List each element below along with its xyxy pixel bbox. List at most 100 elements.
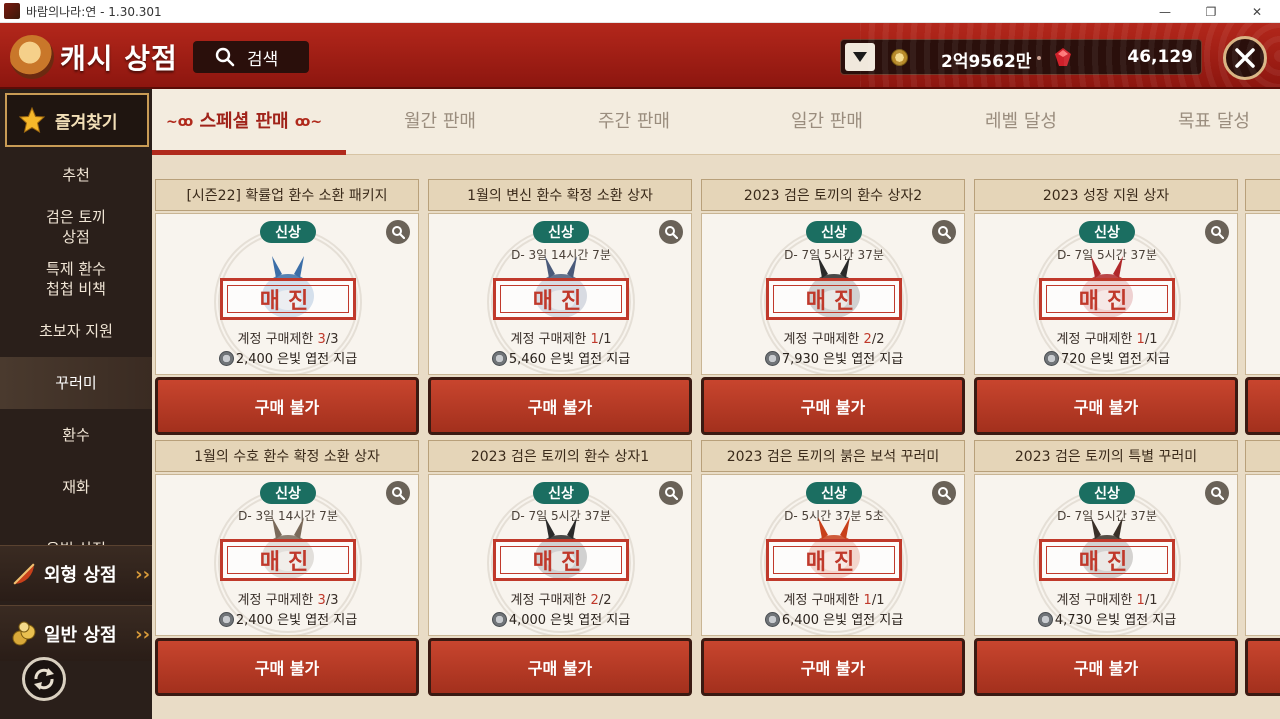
product-body: 신상 D- 7일 5시간 37분 매진 계정 구매제한 1/1 4,730 은빛 엽전 … bbox=[974, 474, 1238, 636]
active-tab-indicator bbox=[152, 150, 346, 155]
product-card[interactable]: 2023 검은 토끼의 환수 상자1 신상 D- 7일 5시간 37분 매진 계정 구매… bbox=[428, 440, 692, 696]
tab-daily[interactable]: 일간 판매 bbox=[791, 107, 863, 133]
product-body: 신상 D- 3일 14시간 7분 매진 계정 구매제한 1/1 5,460 은빛 엽전 … bbox=[428, 213, 692, 375]
purchase-limit: 계정 구매제한 3/3 bbox=[156, 328, 418, 347]
sidebar: 즐겨찾기 추천 검은 토끼 상점 특제 환수 첩첩 비책 초보자 지원 꾸러미 … bbox=[0, 89, 152, 719]
sidebar-item-pet[interactable]: 환수 bbox=[0, 409, 152, 461]
limit-max: /3 bbox=[325, 593, 339, 608]
new-badge: 신상 bbox=[260, 221, 316, 243]
product-body: 신상 D- 7일 5시간 37분 매진 계정 구매제한 2/2 4,000 은빛 엽전 … bbox=[428, 474, 692, 636]
soldout-stamp: 매진 bbox=[766, 539, 902, 581]
sidebar-item-special-pet[interactable]: 특제 환수 첩첩 비책 bbox=[0, 253, 152, 305]
limit-bought: 1 bbox=[1136, 593, 1145, 608]
limit-label: 계정 구매제한 bbox=[510, 332, 587, 347]
buy-button[interactable]: 구매 불가 bbox=[701, 638, 965, 696]
sidebar-item-black-rabbit[interactable]: 검은 토끼 상점 bbox=[0, 201, 152, 253]
reward-info: 5,460 은빛 엽전 지급 bbox=[429, 348, 691, 367]
reward-text: 7,930 은빛 엽전 지급 bbox=[781, 352, 904, 367]
sidebar-section-general[interactable]: 일반 상점 ›› bbox=[0, 605, 152, 661]
sidebar-section-appearance[interactable]: 외형 상점 ›› bbox=[0, 545, 152, 601]
purchase-limit: 계정 구매제한 1/1 bbox=[429, 328, 691, 347]
currency-dropdown[interactable] bbox=[845, 43, 875, 71]
product-card[interactable]: 2023 검은 토끼의 붉은 보석 꾸러미 신상 D- 5시간 37분 5초 매진 계정… bbox=[701, 440, 965, 696]
coins-icon bbox=[12, 621, 36, 645]
soldout-stamp: 매진 bbox=[493, 539, 629, 581]
zoom-button[interactable] bbox=[932, 481, 956, 505]
buy-button[interactable]: 구매 불가 bbox=[155, 377, 419, 435]
red-gem-icon bbox=[1055, 48, 1071, 66]
limit-bought: 3 bbox=[317, 593, 326, 608]
limit-bought: 2 bbox=[863, 332, 872, 347]
reward-text: 2,400 은빛 엽전 지급 bbox=[235, 613, 358, 628]
zoom-button[interactable] bbox=[1205, 220, 1229, 244]
limit-bought: 3 bbox=[317, 332, 326, 347]
product-card[interactable]: 2023 검은 토끼의 특별 꾸러미 신상 D- 7일 5시간 37분 매진 계정 구매… bbox=[974, 440, 1238, 696]
product-name: 2023 검은 토끼의 특별 꾸러미 bbox=[974, 440, 1238, 472]
zoom-button[interactable] bbox=[1205, 481, 1229, 505]
buy-button[interactable]: 구매 불가 bbox=[701, 377, 965, 435]
search-label: 검색 bbox=[247, 49, 279, 70]
zoom-button[interactable] bbox=[659, 481, 683, 505]
sidebar-item-bundle[interactable]: 꾸러미 bbox=[0, 357, 152, 409]
tab-level[interactable]: 레벨 달성 bbox=[985, 107, 1057, 133]
product-card[interactable]: 2023 검은 토끼의 환수 상자2 신상 D- 7일 5시간 37분 매진 계정 구매… bbox=[701, 179, 965, 435]
zoom-button[interactable] bbox=[386, 220, 410, 244]
product-name: 2023 검은 토끼의 붉은 보석 꾸러미 bbox=[701, 440, 965, 472]
limit-bought: 1 bbox=[590, 332, 599, 347]
window-close-button[interactable]: ✕ bbox=[1234, 0, 1280, 23]
zoom-button[interactable] bbox=[932, 220, 956, 244]
purchase-limit: 계정 구매제한 1/1 bbox=[975, 328, 1237, 347]
soldout-stamp: 매진 bbox=[1039, 278, 1175, 320]
limit-bought: 1 bbox=[863, 593, 872, 608]
tab-goal[interactable]: 목표 달성 bbox=[1178, 107, 1250, 133]
sidebar-item-label: 초보자 지원 bbox=[39, 322, 113, 340]
favorites-button[interactable]: 즐겨찾기 bbox=[5, 93, 149, 147]
soldout-label: 매진 bbox=[805, 550, 863, 575]
refresh-button[interactable] bbox=[22, 657, 66, 701]
close-button[interactable] bbox=[1223, 36, 1267, 80]
buy-button[interactable]: 구매 불가 bbox=[428, 377, 692, 435]
product-body: 신상 매진 계정 구매제한 3/3 2,400 은빛 엽전 지급 bbox=[155, 213, 419, 375]
reward-text: 4,730 은빛 엽전 지급 bbox=[1054, 613, 1177, 628]
sidebar-item-currency[interactable]: 재화 bbox=[0, 461, 152, 513]
search-button[interactable]: 검색 bbox=[193, 41, 309, 73]
buy-button[interactable]: 구매 불가 bbox=[155, 638, 419, 696]
product-name: 1월의 변신 환수 확정 소환 상자 bbox=[428, 179, 692, 211]
product-card[interactable]: 2023 성장 지원 상자 신상 D- 7일 5시간 37분 매진 계정 구매제한 1/… bbox=[974, 179, 1238, 435]
new-badge: 신상 bbox=[806, 482, 862, 504]
shop-header: 캐시 상점 검색 2억9562만 46,129 bbox=[0, 23, 1280, 89]
cash-amount: 46,129 bbox=[1127, 47, 1193, 67]
product-card[interactable]: 1월의 변신 환수 확정 소환 상자 신상 D- 3일 14시간 7분 매진 계정 구매… bbox=[428, 179, 692, 435]
sidebar-item-label: 꾸러미 bbox=[55, 374, 97, 392]
swirl-right-icon: ꝏ~ bbox=[294, 114, 323, 130]
buy-button[interactable]: 구매 불가 bbox=[428, 638, 692, 696]
reward-text: 720 은빛 엽전 지급 bbox=[1061, 352, 1170, 367]
buy-button[interactable]: 구매 불가 bbox=[974, 638, 1238, 696]
sidebar-item-label: 추천 bbox=[62, 166, 90, 184]
reward-info: 6,400 은빛 엽전 지급 bbox=[702, 609, 964, 628]
tab-special[interactable]: ~ꝏ 스페셜 판매 ꝏ~ bbox=[166, 107, 322, 133]
restore-button[interactable]: ❐ bbox=[1188, 0, 1234, 23]
sidebar-item-beginner[interactable]: 초보자 지원 bbox=[0, 305, 152, 357]
sidebar-item-label: 환수 bbox=[62, 426, 90, 444]
reward-text: 4,000 은빛 엽전 지급 bbox=[508, 613, 631, 628]
minimize-button[interactable]: — bbox=[1142, 0, 1188, 23]
limit-max: /1 bbox=[1144, 332, 1158, 347]
soldout-stamp: 매진 bbox=[220, 278, 356, 320]
sidebar-item-recommend[interactable]: 추천 bbox=[0, 149, 152, 201]
tab-weekly[interactable]: 주간 판매 bbox=[598, 107, 670, 133]
zoom-button[interactable] bbox=[386, 481, 410, 505]
buy-button[interactable]: 구매 불가 bbox=[974, 377, 1238, 435]
gold-coin-icon bbox=[891, 49, 908, 66]
product-card[interactable]: [시즌22] 확률업 환수 소환 패키지 신상 매진 계정 구매제한 3/3 2,400… bbox=[155, 179, 419, 435]
star-icon bbox=[19, 107, 45, 133]
magnifier-icon bbox=[938, 487, 951, 500]
silver-coin-icon bbox=[491, 351, 507, 366]
soldout-stamp: 매진 bbox=[766, 278, 902, 320]
product-card[interactable]: 1월의 수호 환수 확정 소환 상자 신상 D- 3일 14시간 7분 매진 계정 구매… bbox=[155, 440, 419, 696]
product-body: 신상 D- 7일 5시간 37분 매진 계정 구매제한 2/2 7,930 은빛 엽전 … bbox=[701, 213, 965, 375]
zoom-button[interactable] bbox=[659, 220, 683, 244]
purchase-limit: 계정 구매제한 3/3 bbox=[156, 589, 418, 608]
tab-monthly[interactable]: 월간 판매 bbox=[404, 107, 476, 133]
window-title: 바람의나라:연 - 1.30.301 bbox=[26, 4, 162, 19]
